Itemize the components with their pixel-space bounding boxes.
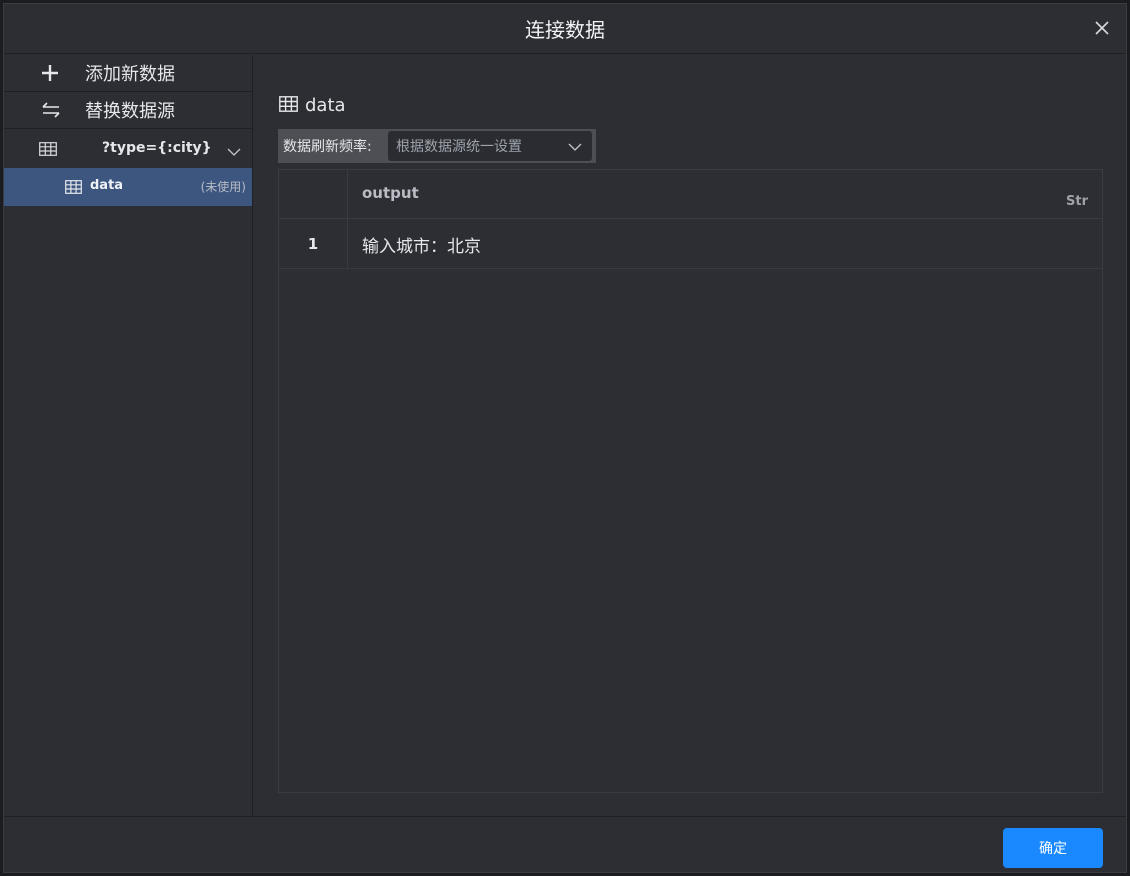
table-cell[interactable]: 输入城市：北京 <box>362 232 481 257</box>
refresh-label: 数据刷新频率: <box>283 139 372 155</box>
dialog-header: 连接数据 <box>4 4 1126 54</box>
refresh-select-value: 根据数据源统一设置 <box>396 139 522 155</box>
sidebar: 添加新数据 替换数据源 ?type={:city} data (未使用) <box>4 55 253 816</box>
index-column-header <box>279 170 348 219</box>
replace-source-label: 替换数据源 <box>85 101 175 122</box>
connect-data-dialog: 连接数据 添加新数据 替换数据源 ?type={:city} data (未使用… <box>3 3 1127 873</box>
dialog-footer: 确定 <box>4 816 1126 874</box>
add-data-label: 添加新数据 <box>85 64 175 85</box>
chevron-down-icon[interactable] <box>227 142 241 161</box>
row-index: 1 <box>279 219 348 268</box>
refresh-select[interactable]: 根据数据源统一设置 <box>388 131 592 161</box>
column-header-output[interactable]: output <box>362 184 419 202</box>
dialog-title: 连接数据 <box>525 18 605 42</box>
grid-header: output Str <box>279 170 1102 219</box>
table-row: 1 输入城市：北京 <box>279 219 1102 269</box>
chevron-down-icon <box>568 137 582 156</box>
table-icon <box>279 95 298 116</box>
main-panel: data 数据刷新频率: 根据数据源统一设置 output Str 1 输入城市… <box>254 55 1128 816</box>
sidebar-item-data-table[interactable]: data (未使用) <box>4 168 252 206</box>
plus-icon <box>4 64 98 82</box>
replace-source-button[interactable]: 替换数据源 <box>4 92 252 129</box>
table-status: (未使用) <box>200 180 246 194</box>
table-icon <box>65 179 82 198</box>
table-title: data <box>279 95 346 116</box>
swap-icon <box>4 102 98 118</box>
source-item[interactable]: ?type={:city} <box>4 129 252 168</box>
refresh-frequency: 数据刷新频率: 根据数据源统一设置 <box>278 129 596 163</box>
confirm-button[interactable]: 确定 <box>1003 828 1103 868</box>
source-label: ?type={:city} <box>102 140 212 156</box>
table-title-label: data <box>305 95 346 116</box>
table-name: data <box>90 178 124 193</box>
table-icon <box>39 141 57 160</box>
column-type-badge: Str <box>1066 194 1088 209</box>
close-icon[interactable] <box>1092 18 1112 38</box>
add-data-button[interactable]: 添加新数据 <box>4 55 252 92</box>
data-grid: output Str 1 输入城市：北京 <box>278 169 1103 793</box>
